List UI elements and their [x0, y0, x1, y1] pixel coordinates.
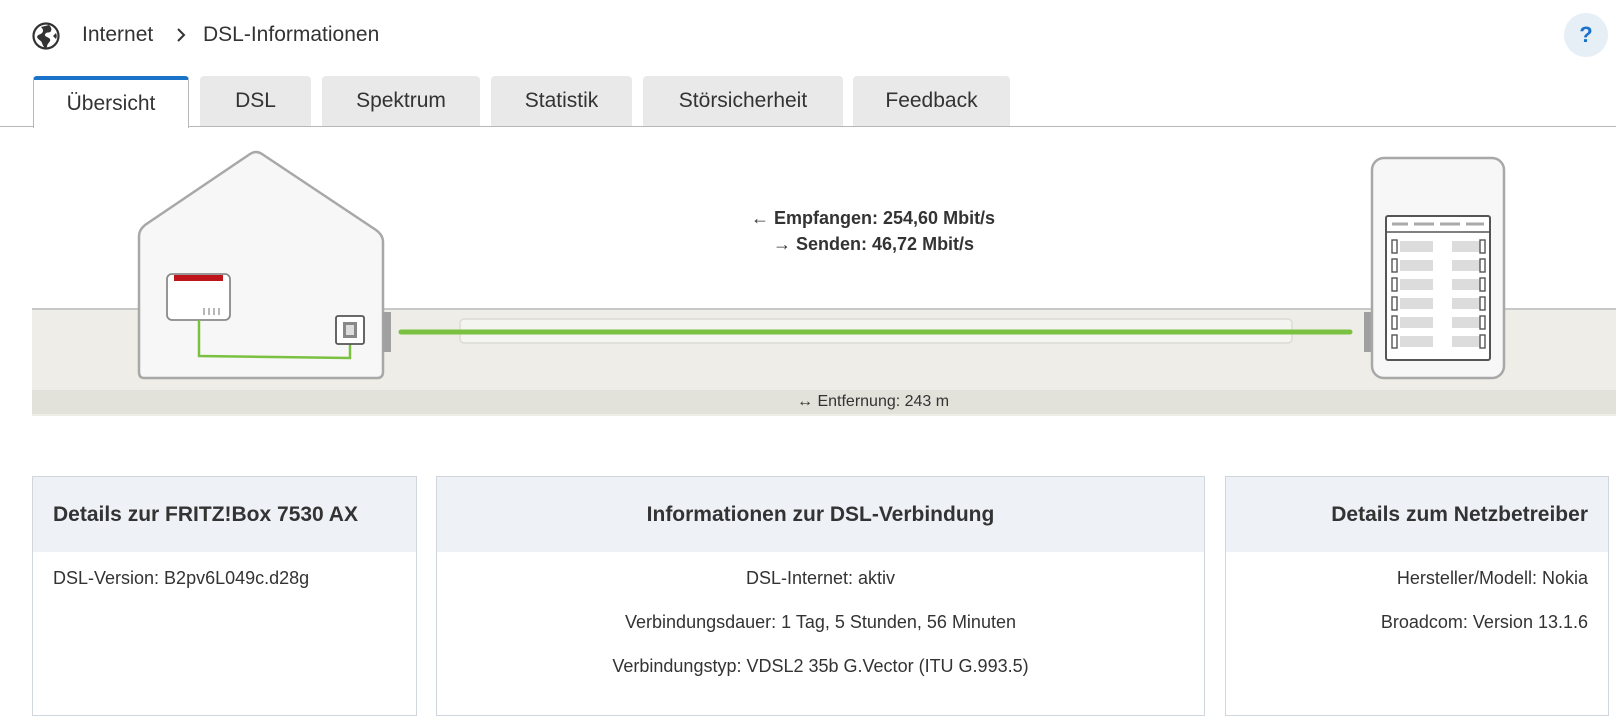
tab-stoersicherheit[interactable]: Störsicherheit [643, 76, 843, 126]
card-title: Details zur FRITZ!Box 7530 AX [33, 477, 416, 552]
broadcom-version: Broadcom: Version 13.1.6 [1380, 612, 1588, 632]
cabinet-slot [1452, 260, 1480, 271]
receive-rate: ← Empfangen: 254,60 Mbit/s [751, 206, 995, 230]
help-button[interactable]: ? [1564, 13, 1608, 57]
cabinet-slot [1452, 241, 1480, 252]
cabinet-slot [1400, 317, 1433, 328]
breadcrumb-internet[interactable]: Internet [82, 21, 153, 49]
distance-label: Entfernung: 243 m [817, 393, 950, 410]
breadcrumb-dsl-info: DSL-Informationen [203, 23, 380, 46]
tabs-divider [0, 126, 1616, 127]
receive-rate-label: Empfangen: 254,60 Mbit/s [774, 208, 996, 228]
tab-feedback[interactable]: Feedback [853, 76, 1010, 126]
manufacturer-model: Hersteller/Modell: Nokia [1396, 568, 1588, 588]
arrow-right-icon: → [773, 234, 791, 254]
cabinet-slot-handle [1391, 296, 1398, 311]
cabinet-slot-handle [1479, 277, 1486, 292]
cabinet-slot [1452, 317, 1480, 328]
cabinet-slot [1400, 336, 1433, 347]
cabinet-slot [1400, 241, 1433, 252]
cabinet-slot-handle [1391, 258, 1398, 273]
chevron-right-icon [177, 28, 186, 42]
dsl-version: DSL-Version: B2pv6L049c.d28g [53, 568, 310, 588]
send-rate-label: Senden: 46,72 Mbit/s [796, 234, 975, 254]
connection-duration: Verbindungsdauer: 1 Tag, 5 Stunden, 56 M… [625, 612, 1016, 632]
cabinet-slot-handle [1479, 334, 1486, 349]
globe-icon [32, 22, 60, 50]
arrow-left-icon: ← [751, 208, 769, 228]
arrow-left-right-icon: ↔ [797, 393, 813, 410]
cabinet-slot [1400, 260, 1433, 271]
cabinet-slot [1452, 279, 1480, 290]
connection-diagram [137, 150, 1506, 380]
card-title: Details zum Netzbetreiber [1226, 477, 1608, 552]
cabinet-slot-handle [1391, 239, 1398, 254]
cabinet-slot-handle [1479, 315, 1486, 330]
cabinet-slot [1400, 298, 1433, 309]
cabinet-slot-handle [1391, 277, 1398, 292]
cabinet-slot-handle [1479, 239, 1486, 254]
card-fritzbox-details: Details zur FRITZ!Box 7530 AX DSL-Versio… [32, 476, 417, 716]
wall-socket-icon [335, 315, 365, 345]
cabinet-slot [1452, 298, 1480, 309]
distance: ↔ Entfernung: 243 m [797, 390, 949, 414]
connection-type: Verbindungstyp: VDSL2 35b G.Vector (ITU … [612, 656, 1029, 676]
cabinet-slot-handle [1479, 258, 1486, 273]
cabinet-slot-handle [1479, 296, 1486, 311]
tab-uebersicht[interactable]: Übersicht [33, 76, 189, 128]
tab-spektrum[interactable]: Spektrum [322, 76, 480, 126]
cabinet-slot [1400, 279, 1433, 290]
card-title: Informationen zur DSL-Verbindung [437, 477, 1204, 552]
tab-dsl[interactable]: DSL [200, 76, 311, 126]
send-rate: → Senden: 46,72 Mbit/s [773, 232, 974, 256]
tab-statistik[interactable]: Statistik [491, 76, 632, 126]
router-icon [166, 273, 231, 321]
cabinet-slot-handle [1391, 315, 1398, 330]
dsl-internet-status: DSL-Internet: aktiv [745, 568, 896, 588]
card-dsl-connection: Informationen zur DSL-Verbindung DSL-Int… [436, 476, 1205, 716]
cabinet-slot-handle [1391, 334, 1398, 349]
card-provider-details: Details zum Netzbetreiber Hersteller/Mod… [1225, 476, 1609, 716]
cabinet-slot [1452, 336, 1480, 347]
